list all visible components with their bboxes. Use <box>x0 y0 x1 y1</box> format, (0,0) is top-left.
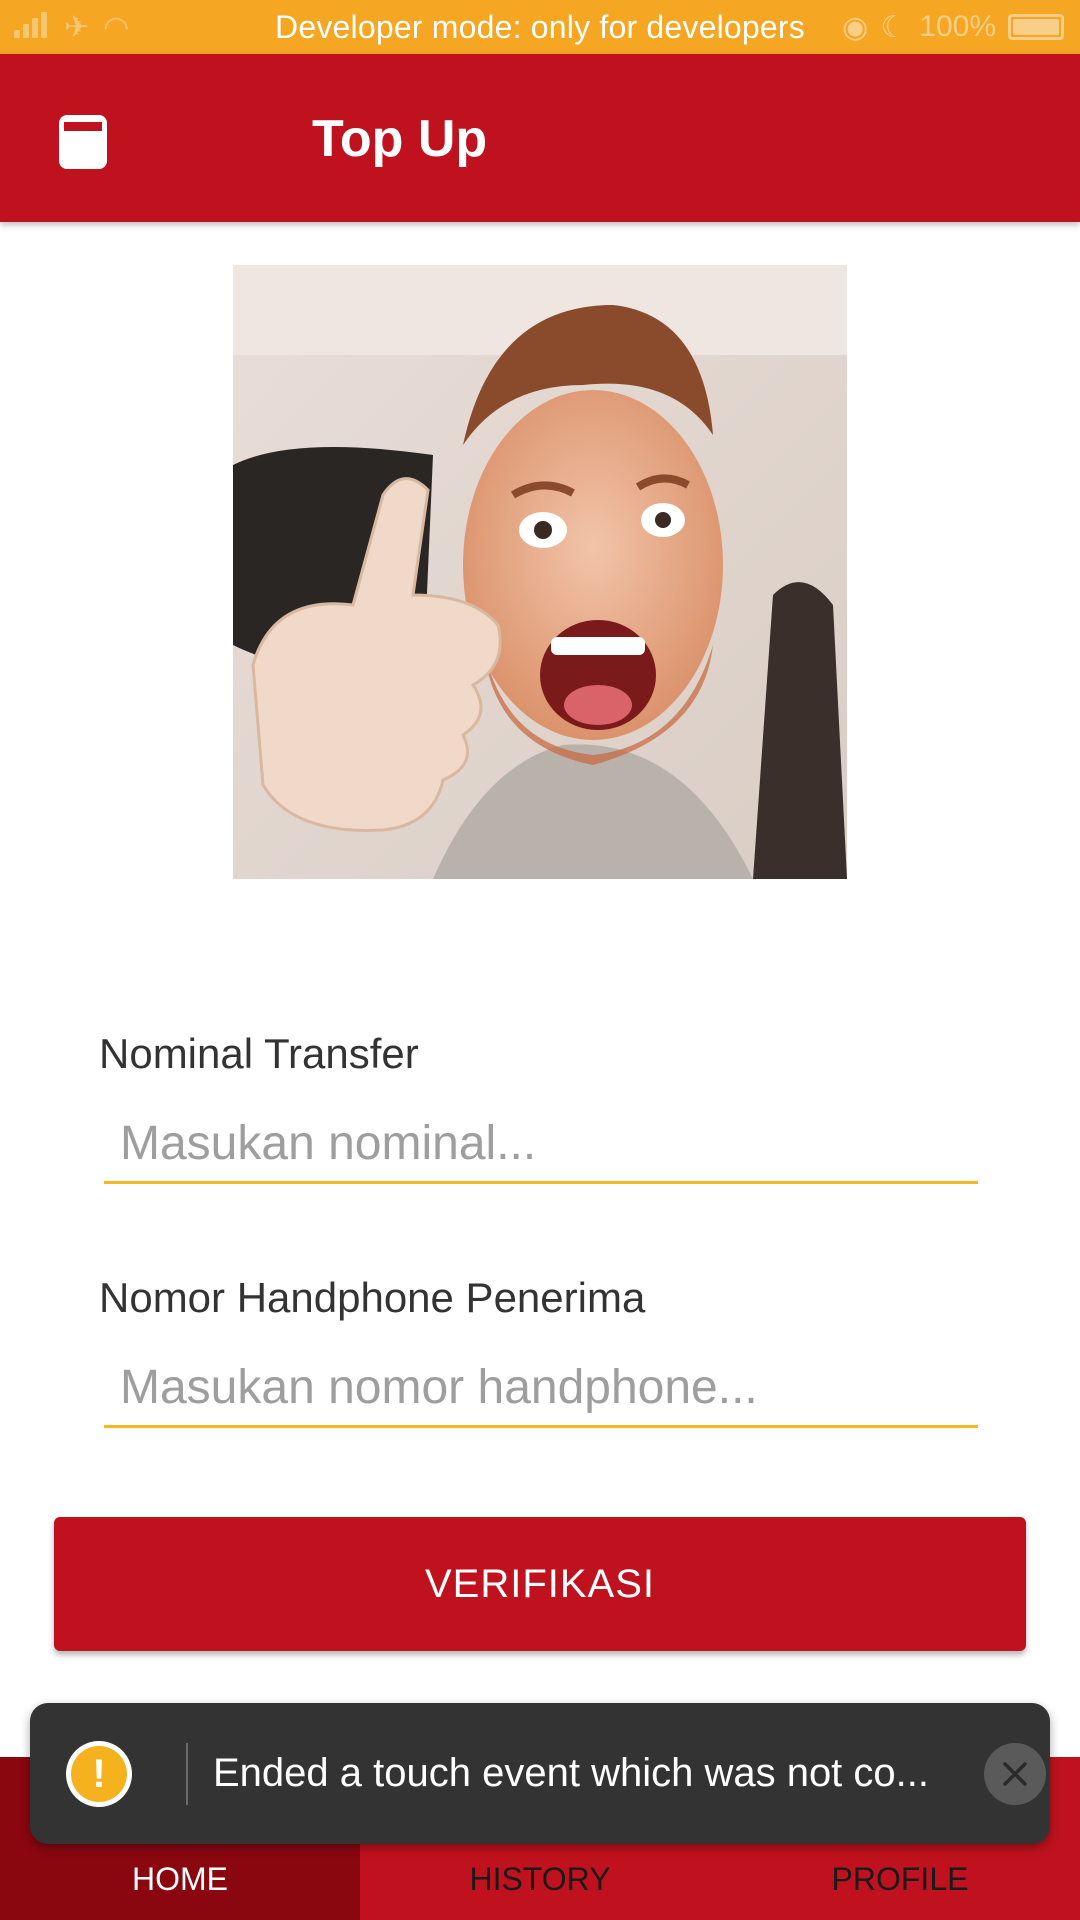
toast-divider <box>186 1743 188 1805</box>
close-icon[interactable] <box>984 1743 1046 1805</box>
status-bar: ✈ ◠ Developer mode: only for developers … <box>0 0 1080 54</box>
battery-percentage: 100% <box>919 10 996 43</box>
verify-button[interactable]: VERIFIKASI <box>54 1517 1026 1651</box>
moon-icon: ☾ <box>880 10 908 44</box>
nav-history-label: HISTORY <box>469 1861 611 1897</box>
toast-message: Ended a touch event which was not co... <box>213 1751 929 1795</box>
eye-icon: ◉ <box>842 10 869 44</box>
nominal-input[interactable] <box>104 1106 978 1184</box>
wallet-icon[interactable] <box>56 112 110 172</box>
warning-icon: ! <box>66 1741 132 1807</box>
nav-home-label: HOME <box>132 1861 228 1897</box>
nominal-transfer-label: Nominal Transfer <box>99 1030 419 1077</box>
wifi-icon: ◠ <box>103 10 130 44</box>
status-icons-left: ✈ ◠ <box>14 10 129 44</box>
status-icons-right: ◉ ☾ 100% <box>842 8 1064 46</box>
screen: ✈ ◠ Developer mode: only for developers … <box>0 0 1080 1920</box>
phone-number-input[interactable] <box>104 1350 978 1428</box>
profile-photo-image <box>233 265 847 879</box>
battery-icon <box>1008 14 1064 40</box>
profile-photo <box>233 265 847 879</box>
page-title: Top Up <box>312 110 488 168</box>
airplane-icon: ✈ <box>64 10 90 44</box>
phone-number-label: Nomor Handphone Penerima <box>99 1274 646 1321</box>
signal-icon <box>14 11 50 43</box>
warning-toast[interactable]: ! Ended a touch event which was not co..… <box>30 1703 1050 1844</box>
nav-profile-label: PROFILE <box>831 1861 969 1897</box>
app-bar: Top Up <box>0 54 1080 222</box>
developer-mode-text: Developer mode: only for developers <box>275 8 805 45</box>
